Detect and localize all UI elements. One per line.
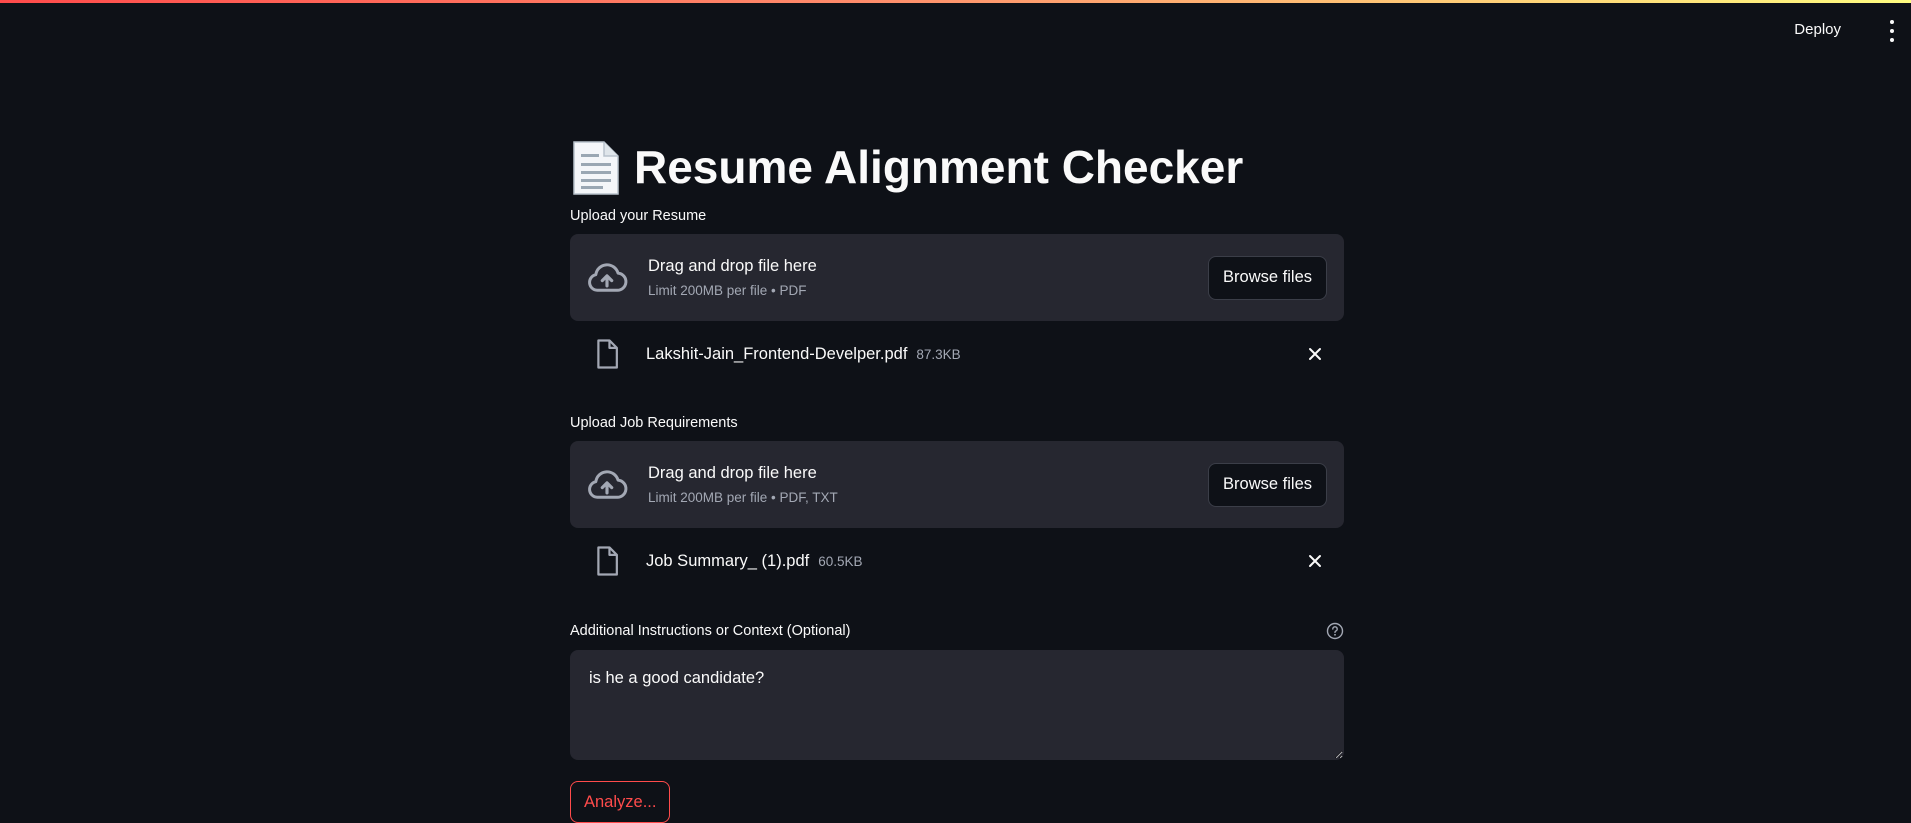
analyze-button[interactable]: Analyze... (570, 781, 671, 823)
resume-upload-label: Upload your Resume (570, 208, 707, 224)
job-browse-button[interactable]: Browse files (1208, 462, 1327, 507)
job-file-size: 60.5KB (818, 553, 863, 569)
resume-browse-button[interactable]: Browse files (1208, 255, 1327, 300)
remove-job-file-icon[interactable] (1304, 550, 1326, 572)
page-title-text: Resume Alignment Checker (634, 141, 1244, 194)
job-file-name: Job Summary_ (1).pdf (646, 551, 810, 570)
job-uploaded-file: Job Summary_ (1).pdf 60.5KB (570, 528, 1344, 594)
main-content: Resume Alignment Checker Upload your Res… (570, 120, 1344, 823)
cloud-upload-icon (588, 262, 628, 292)
drag-drop-text: Drag and drop file here (648, 257, 817, 275)
deploy-button[interactable]: Deploy (1790, 19, 1845, 40)
file-limit-text: Limit 200MB per file • PDF, TXT (648, 490, 838, 505)
resume-uploaded-file: Lakshit-Jain_Frontend-Develper.pdf 87.3K… (570, 321, 1344, 387)
job-upload-label: Upload Job Requirements (570, 415, 738, 431)
page-title: Resume Alignment Checker (570, 128, 1344, 208)
remove-resume-file-icon[interactable] (1304, 343, 1326, 365)
cloud-upload-icon (588, 469, 628, 499)
instructions-textarea[interactable]: is he a good candidate? (570, 650, 1344, 760)
resume-dropzone-text: Drag and drop file here Limit 200MB per … (648, 257, 1208, 298)
app-header: Deploy (0, 3, 1911, 55)
resume-file-name: Lakshit-Jain_Frontend-Develper.pdf (646, 344, 908, 363)
help-icon[interactable] (1326, 622, 1344, 640)
resume-dropzone[interactable]: Drag and drop file here Limit 200MB per … (570, 234, 1344, 321)
instructions-label: Additional Instructions or Context (Opti… (570, 623, 851, 639)
page-facing-up-icon (573, 141, 619, 195)
job-dropzone-text: Drag and drop file here Limit 200MB per … (648, 464, 1208, 505)
file-icon (597, 339, 618, 369)
resume-file-size: 87.3KB (916, 346, 961, 362)
file-icon (597, 546, 618, 576)
instructions-label-row: Additional Instructions or Context (Opti… (570, 622, 1344, 640)
file-limit-text: Limit 200MB per file • PDF (648, 283, 807, 298)
drag-drop-text: Drag and drop file here (648, 464, 817, 482)
job-dropzone[interactable]: Drag and drop file here Limit 200MB per … (570, 441, 1344, 528)
main-menu-icon[interactable] (1885, 20, 1899, 42)
